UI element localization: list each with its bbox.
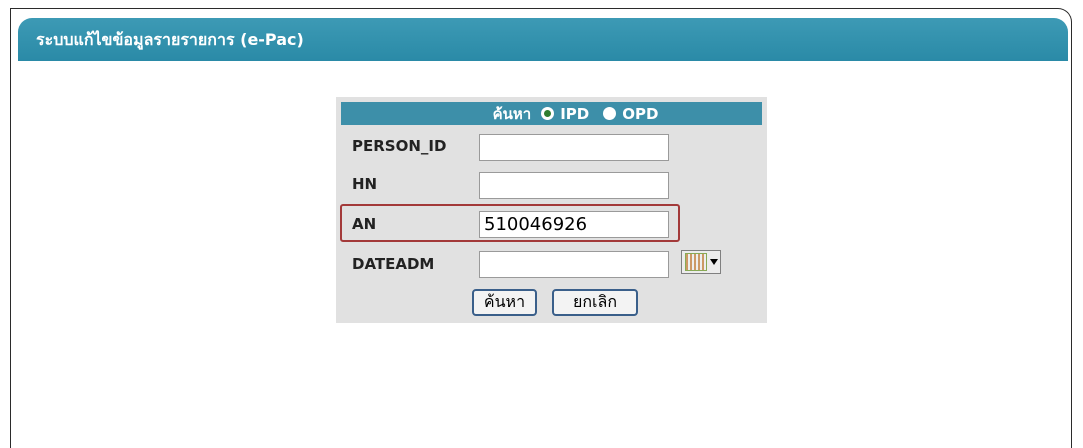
calendar-icon xyxy=(685,253,707,271)
opd-radio-label[interactable]: OPD xyxy=(622,105,658,123)
ipd-radio-label[interactable]: IPD xyxy=(560,105,589,123)
ipd-radio[interactable] xyxy=(541,107,555,120)
person-id-field[interactable] xyxy=(479,134,669,161)
cancel-button[interactable]: ยกเลิก xyxy=(552,289,638,316)
chevron-down-icon xyxy=(710,259,718,265)
hn-label: HN xyxy=(352,175,378,193)
search-header-label: ค้นหา xyxy=(492,104,532,123)
date-picker-button[interactable] xyxy=(681,250,721,274)
dateadm-field[interactable] xyxy=(479,251,669,278)
hn-field[interactable] xyxy=(479,172,669,199)
opd-radio[interactable] xyxy=(603,107,617,120)
dateadm-label: DATEADM xyxy=(352,255,435,273)
page-title-bar: ระบบแก้ไขข้อมูลรายรายการ (e-Pac) xyxy=(18,18,1068,61)
page-title: ระบบแก้ไขข้อมูลรายรายการ (e-Pac) xyxy=(36,30,304,49)
person-id-label: PERSON_ID xyxy=(352,137,447,155)
an-highlight-box xyxy=(340,204,680,242)
search-panel-header: ค้นหา IPD OPD xyxy=(341,102,762,125)
search-button[interactable]: ค้นหา xyxy=(472,289,537,316)
